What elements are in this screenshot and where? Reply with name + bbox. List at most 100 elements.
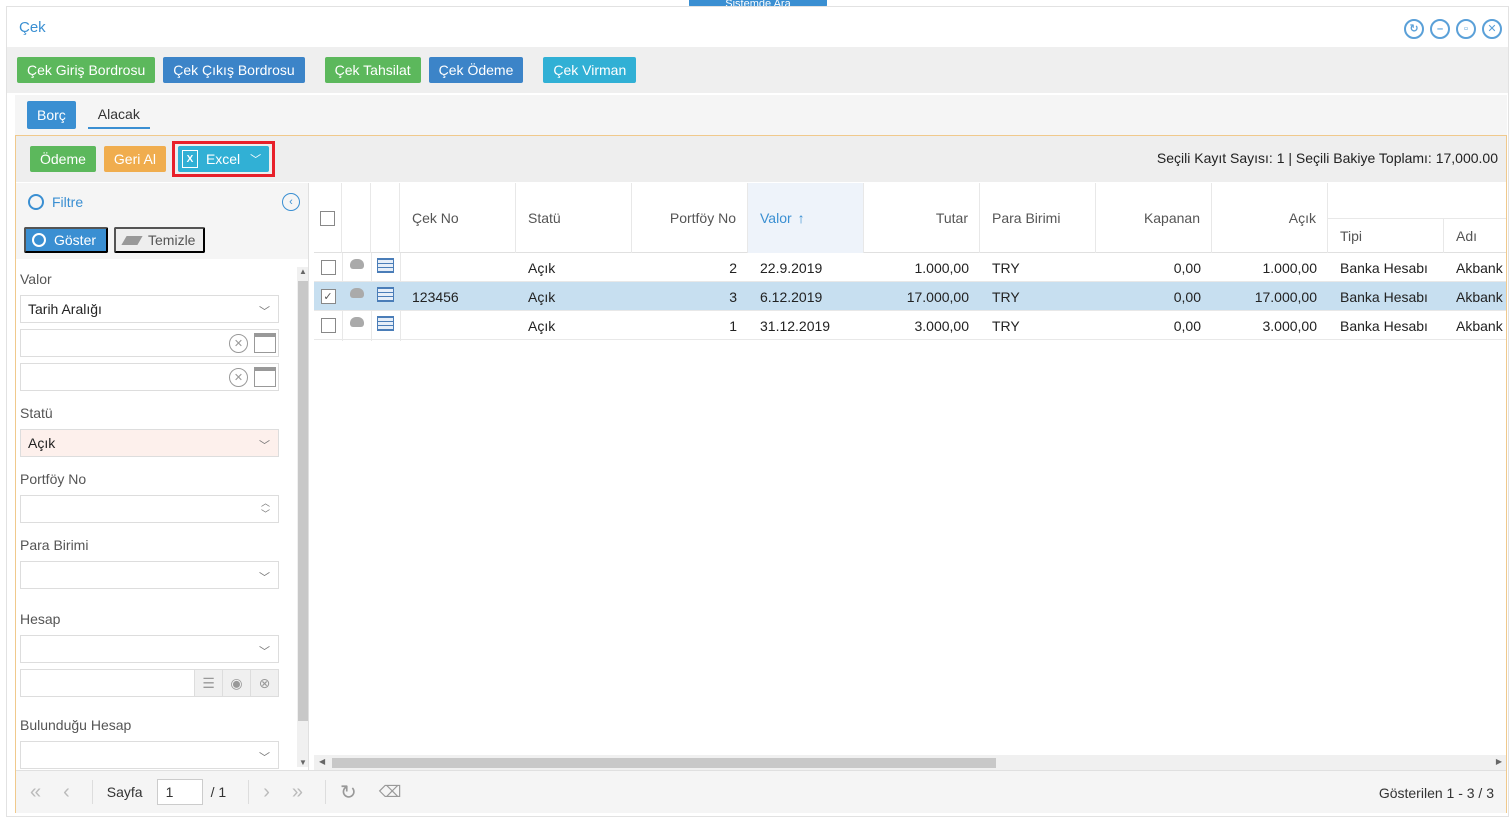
row-download-cell <box>342 311 371 340</box>
para-birimi-label: Para Birimi <box>20 537 89 553</box>
cloud-download-icon[interactable] <box>349 288 364 298</box>
cek-odeme-button[interactable]: Çek Ödeme <box>428 57 524 83</box>
bulundugu-hesap-select[interactable]: ﹀ <box>20 741 279 769</box>
header-cek-no[interactable]: Çek No <box>400 183 516 253</box>
statu-label: Statü <box>20 405 53 421</box>
pager-divider <box>324 780 326 804</box>
header-valor[interactable]: Valor ↑ <box>748 183 864 253</box>
hesap-controls: ☰ ◉ ⊗ <box>194 670 278 696</box>
header-acik[interactable]: Açık <box>1212 183 1328 253</box>
select-all-checkbox[interactable] <box>320 210 335 226</box>
list-icon[interactable]: ☰ <box>194 670 222 696</box>
first-page-icon[interactable]: « <box>30 781 41 804</box>
cloud-download-icon[interactable] <box>349 259 364 269</box>
restore-icon[interactable]: ▫ <box>1456 19 1476 39</box>
row-checkbox-cell <box>314 311 342 340</box>
cek-giris-bordrosu-button[interactable]: Çek Giriş Bordrosu <box>17 57 156 83</box>
chevron-down-icon: ﹀ <box>259 572 270 584</box>
cell-cek-no <box>400 311 516 340</box>
hesap-input[interactable]: ☰ ◉ ⊗ <box>20 669 279 697</box>
cell-cek-no: 123456 <box>412 288 459 305</box>
cell-tipi: Banka Hesabı <box>1340 259 1428 276</box>
table-icon[interactable] <box>377 316 394 331</box>
scroll-thumb[interactable] <box>298 281 308 721</box>
scroll-right-icon[interactable]: ▶ <box>1496 757 1502 766</box>
next-page-icon[interactable]: › <box>263 781 270 804</box>
scroll-down-icon[interactable]: ▼ <box>299 758 307 767</box>
row-checkbox[interactable] <box>320 260 336 275</box>
cell-valor: 22.9.2019 <box>760 259 823 276</box>
row-detail-cell <box>371 311 400 340</box>
valor-mode-value: Tarih Aralığı <box>28 301 102 317</box>
eye-icon[interactable]: ◉ <box>222 670 250 696</box>
table-icon[interactable] <box>377 258 394 273</box>
sort-ascending-icon: ↑ <box>797 210 805 226</box>
tab-borc[interactable]: Borç <box>27 101 76 129</box>
pager-divider <box>248 780 250 804</box>
filter-scrollbar[interactable]: ▲ ▼ <box>297 267 308 767</box>
calendar-icon[interactable] <box>254 333 276 353</box>
refresh-icon[interactable]: ↻ <box>1404 19 1424 39</box>
table-icon[interactable] <box>377 287 394 302</box>
clear-icon[interactable]: ⊗ <box>250 670 278 696</box>
row-checkbox[interactable] <box>320 318 336 333</box>
scroll-thumb[interactable] <box>332 758 996 768</box>
header-tipi[interactable]: Tipi <box>1328 218 1444 253</box>
cell-adi: Akbank Ç <box>1456 317 1506 334</box>
header-adi[interactable]: Adı <box>1444 218 1506 253</box>
cek-cikis-bordrosu-button[interactable]: Çek Çıkış Bordrosu <box>163 57 305 83</box>
temizle-button[interactable]: Temizle <box>114 227 206 253</box>
prev-page-icon[interactable]: ‹ <box>63 781 70 804</box>
table-row[interactable]: Açık 2 22.9.2019 1.000,00 TRY 0,00 1.000,00 Ban… <box>314 253 1506 282</box>
geri-al-button[interactable]: Geri Al <box>103 146 166 172</box>
page-total: / 1 <box>210 784 227 800</box>
refresh-icon[interactable]: ↻ <box>340 780 357 805</box>
valor-mode-select[interactable]: Tarih Aralığı ﹀ <box>20 295 279 323</box>
close-icon[interactable]: ✕ <box>1482 19 1502 39</box>
scroll-up-icon[interactable]: ▲ <box>299 267 307 276</box>
window-title: Çek <box>19 18 46 36</box>
valor-end-date-input[interactable]: ✕ <box>20 363 279 391</box>
cell-para: TRY <box>992 259 1020 276</box>
temizle-label: Temizle <box>148 232 196 248</box>
excel-button[interactable]: X Excel ﹀ <box>177 146 270 172</box>
spinner-icon[interactable]: ︿ ﹀ <box>261 498 270 520</box>
header-portfoy-no[interactable]: Portföy No <box>632 183 748 253</box>
clear-icon[interactable]: ✕ <box>229 368 248 387</box>
cell-para: TRY <box>992 288 1020 305</box>
row-checkbox[interactable]: ✓ <box>320 289 336 304</box>
para-birimi-select[interactable]: ﹀ <box>20 561 279 589</box>
cek-virman-button[interactable]: Çek Virman <box>543 57 637 83</box>
cek-tahsilat-button[interactable]: Çek Tahsilat <box>324 57 421 83</box>
portfoy-no-input[interactable]: ︿ ﹀ <box>20 495 279 523</box>
page-number-input[interactable]: 1 <box>156 779 203 805</box>
clear-icon[interactable]: ✕ <box>229 334 248 353</box>
grid-header: Çek No Statü Portföy No Valor ↑ Tutar Pa… <box>314 183 1506 253</box>
header-para-birimi[interactable]: Para Birimi <box>980 183 1096 253</box>
header-kapanan[interactable]: Kapanan <box>1096 183 1212 253</box>
chevron-down-icon: ﹀ <box>259 306 270 318</box>
eraser-icon[interactable]: ⌫ <box>379 782 402 802</box>
header-tutar[interactable]: Tutar <box>864 183 980 253</box>
scroll-left-icon[interactable]: ◀ <box>319 757 325 766</box>
grid-horizontal-scrollbar[interactable]: ◀ ▶ <box>314 755 1506 770</box>
select-all-cell <box>314 183 342 253</box>
statu-value: Açık <box>28 435 56 451</box>
table-row[interactable]: ✓ 123456 Açık 3 6.12.2019 17.000,00 TRY 0,00 17.… <box>314 282 1506 311</box>
statu-select[interactable]: Açık ﹀ <box>20 429 279 457</box>
cell-tutar: 3.000,00 <box>914 317 970 334</box>
tab-alacak[interactable]: Alacak <box>87 101 150 129</box>
table-row[interactable]: Açık 1 31.12.2019 3.000,00 TRY 0,00 3.000,00 Ba… <box>314 311 1506 340</box>
last-page-icon[interactable]: » <box>292 781 303 804</box>
valor-start-date-input[interactable]: ✕ <box>20 329 279 357</box>
calendar-icon[interactable] <box>254 367 276 387</box>
goster-button[interactable]: Göster <box>24 227 109 253</box>
search-icon <box>32 233 46 247</box>
cloud-download-icon[interactable] <box>349 317 364 327</box>
collapse-left-icon[interactable]: ‹ <box>282 193 300 211</box>
header-statu[interactable]: Statü <box>516 183 632 253</box>
hesap-type-select[interactable]: ﹀ <box>20 635 279 663</box>
odeme-button[interactable]: Ödeme <box>30 146 96 172</box>
minimize-icon[interactable]: – <box>1430 19 1450 39</box>
goster-label: Göster <box>54 232 97 248</box>
